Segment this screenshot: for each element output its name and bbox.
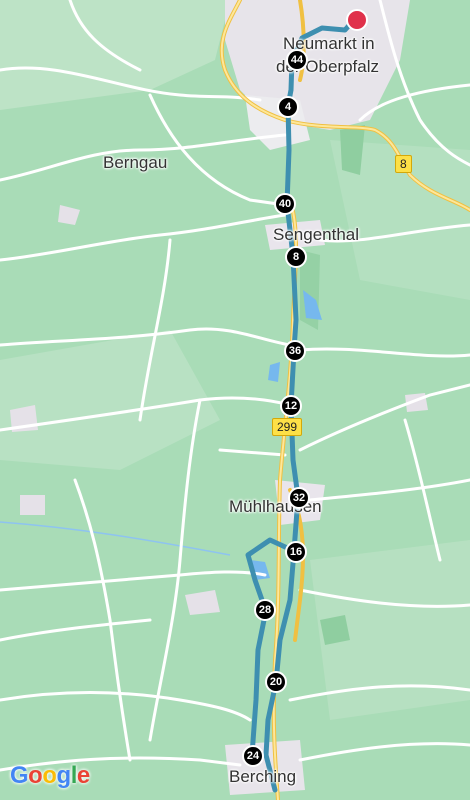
route-marker[interactable]: 44 [286,49,308,71]
logo-letter: o [42,762,57,789]
map-base-layer [0,0,470,800]
route-marker[interactable]: 28 [254,599,276,621]
place-label-sengenthal: Sengenthal [273,225,360,244]
place-label-berngau: Berngau [103,153,168,172]
route-marker[interactable]: 12 [280,395,302,417]
route-marker[interactable]: 20 [265,671,287,693]
place-label-berching: Berching [229,767,297,786]
route-marker[interactable]: 4 [277,96,299,118]
route-marker[interactable]: 32 [288,487,310,509]
destination-pin-icon[interactable] [346,9,368,31]
logo-letter: e [76,762,90,789]
road-shield-8: 8 [395,155,412,173]
road-shield-299: 299 [272,418,303,436]
route-marker[interactable]: 8 [285,246,307,268]
google-logo: Google [10,762,90,790]
logo-letter: G [10,762,29,789]
logo-letter: g [56,762,72,789]
logo-letter: o [28,762,43,789]
route-marker[interactable]: 40 [274,193,296,215]
route-marker[interactable]: 16 [285,541,307,563]
route-marker[interactable]: 24 [242,745,264,767]
map-canvas[interactable]: Neumarkt in der Oberpfalz Berngau Sengen… [0,0,470,800]
route-marker[interactable]: 36 [284,340,306,362]
